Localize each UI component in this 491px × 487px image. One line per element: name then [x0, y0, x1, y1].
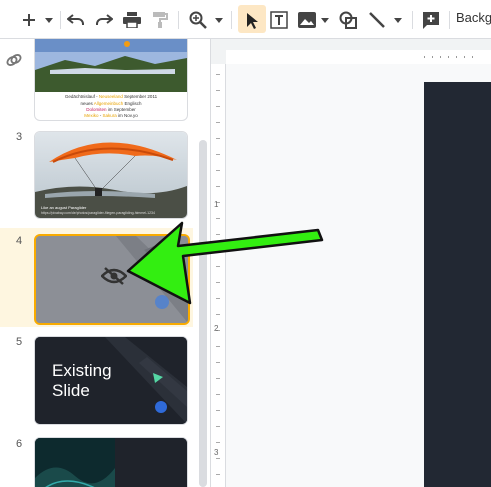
green-arrow-annotation — [126, 221, 324, 305]
